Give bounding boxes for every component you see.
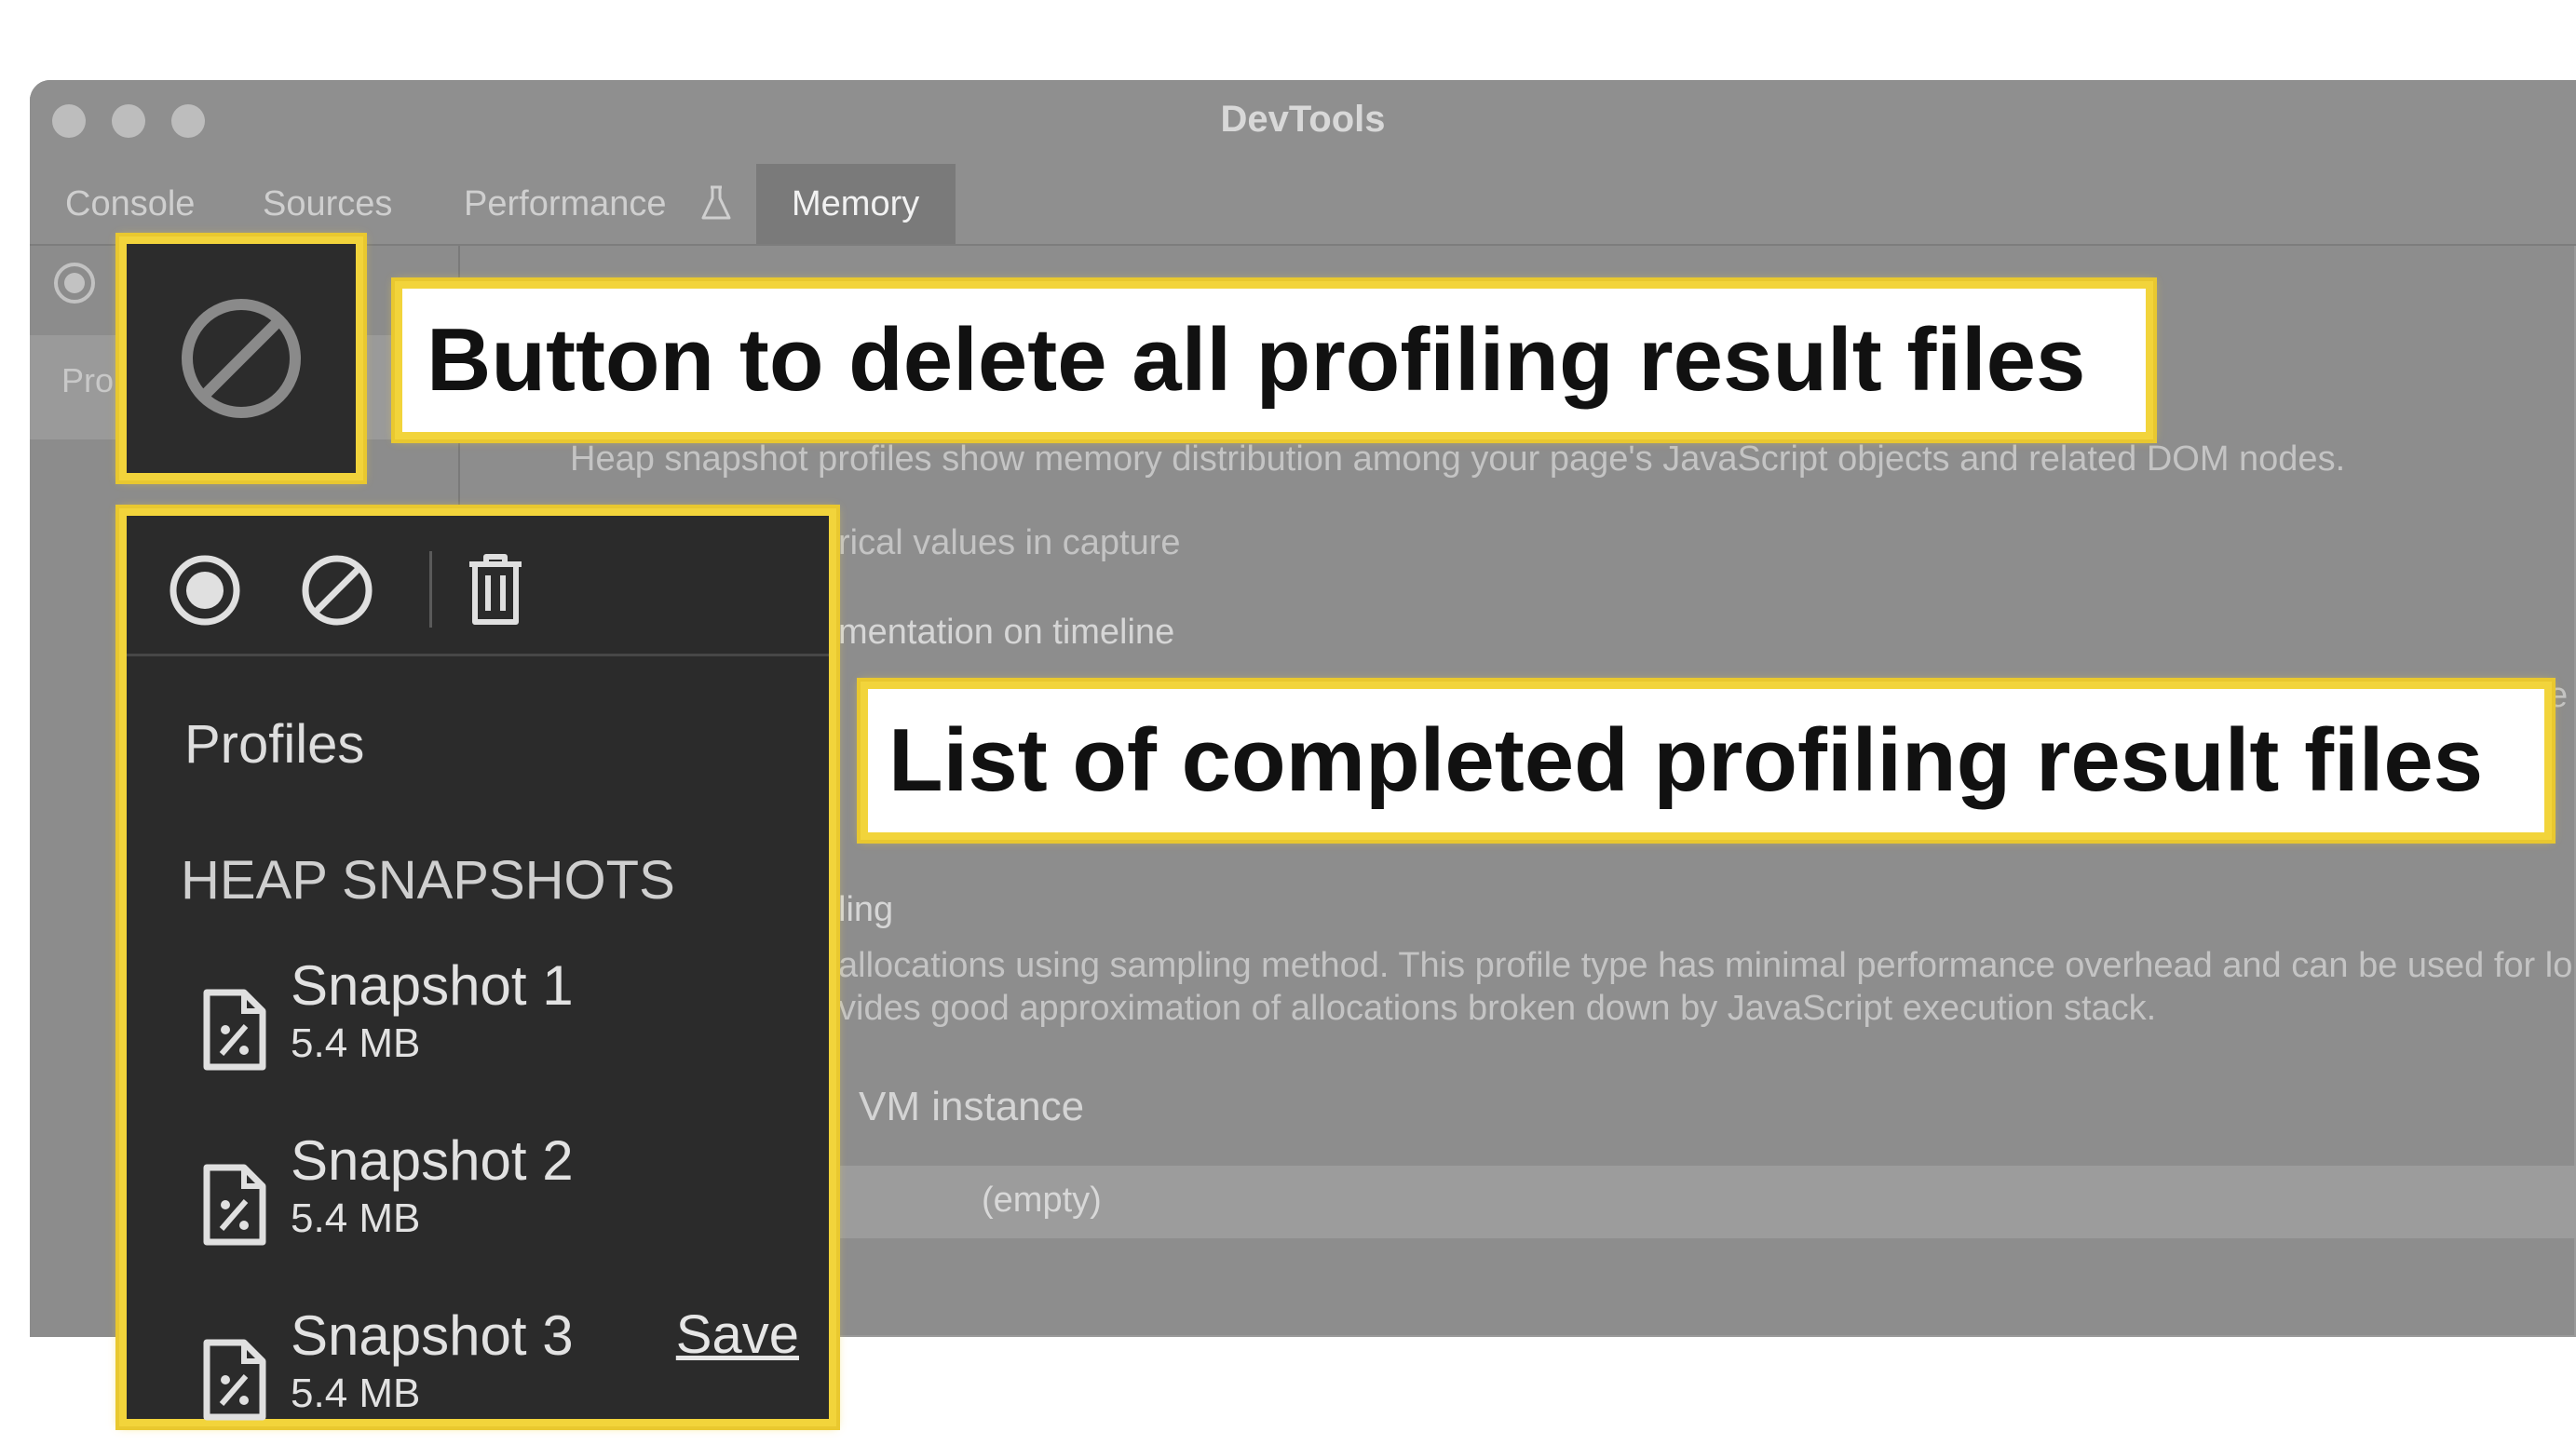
profiles-panel-zoomed: Profiles HEAP SNAPSHOTS Snapshot 1 5.4 M… xyxy=(119,508,836,1426)
annotation-profile-list: List of completed profiling result files xyxy=(861,682,2552,840)
allocation-sampling-description-1: allocations using sampling method. This … xyxy=(838,946,2573,985)
allocation-sampling-description-2: vides good approximation of allocations … xyxy=(838,989,2157,1028)
clear-all-button-zoomed[interactable] xyxy=(119,236,363,480)
clear-icon[interactable] xyxy=(300,553,374,628)
snapshot-name: Snapshot 1 xyxy=(291,954,574,1017)
record-icon[interactable] xyxy=(168,553,242,628)
save-snapshot-link[interactable]: Save xyxy=(676,1303,799,1366)
heap-snapshots-heading: HEAP SNAPSHOTS xyxy=(181,850,675,911)
snapshot-size: 5.4 MB xyxy=(291,1371,421,1416)
tab-console[interactable]: Console xyxy=(30,164,230,244)
snapshot-name: Snapshot 2 xyxy=(291,1129,574,1192)
snapshot-size: 5.4 MB xyxy=(291,1195,421,1241)
tab-performance-label: Performance xyxy=(464,184,667,223)
toolbar-separator xyxy=(429,551,432,628)
tab-sources[interactable]: Sources xyxy=(227,164,427,244)
snapshot-name: Snapshot 3 xyxy=(291,1304,574,1367)
allocation-sampling-option: ling xyxy=(838,890,894,929)
snapshot-file-icon xyxy=(203,1339,266,1421)
tab-performance[interactable]: Performance xyxy=(428,164,766,244)
window-title: DevTools xyxy=(1220,99,1386,140)
heap-snapshot-description: Heap snapshot profiles show memory distr… xyxy=(570,439,2346,479)
snapshot-size: 5.4 MB xyxy=(291,1020,421,1066)
record-icon[interactable] xyxy=(52,261,97,305)
numerical-values-option: rical values in capture xyxy=(838,523,1181,562)
trash-icon[interactable] xyxy=(462,553,529,628)
allocation-instrumentation-option: mentation on timeline xyxy=(838,613,1175,652)
profiles-heading: Profiles xyxy=(184,714,365,775)
flask-icon xyxy=(701,185,731,220)
snapshot-file-icon xyxy=(203,989,266,1071)
clear-icon xyxy=(182,299,301,418)
snapshot-item[interactable]: Snapshot 3 5.4 MB Save xyxy=(173,1303,816,1443)
title-bar: DevTools xyxy=(30,80,2576,166)
tab-bar: Console Sources Performance Memory xyxy=(30,164,2576,246)
annotation-clear-button: Button to delete all profiling result fi… xyxy=(395,281,2153,439)
sidebar-item-profiles-truncated[interactable]: Pro xyxy=(61,361,114,400)
snapshot-item[interactable]: Snapshot 2 5.4 MB xyxy=(173,1128,816,1268)
vm-instance-empty: (empty) xyxy=(982,1181,1102,1220)
profiles-toolbar xyxy=(127,516,829,656)
vm-instance-heading: VM instance xyxy=(859,1084,1085,1129)
snapshot-file-icon xyxy=(203,1164,266,1246)
tab-memory[interactable]: Memory xyxy=(756,164,956,244)
snapshot-item[interactable]: Snapshot 1 5.4 MB xyxy=(173,953,816,1093)
